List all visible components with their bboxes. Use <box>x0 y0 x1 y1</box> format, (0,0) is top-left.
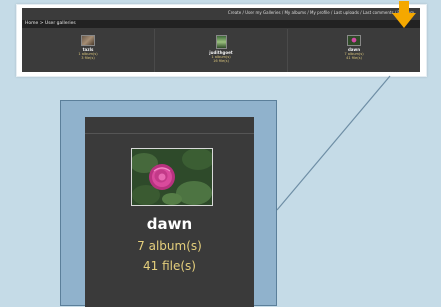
gallery-cell-dawn[interactable]: dawn 7 album(s) 41 file(s) <box>288 29 420 72</box>
gallery-album-count: 7 album(s) <box>137 239 202 253</box>
gallery-thumbnail[interactable] <box>131 148 213 206</box>
gallery-cell-judithgoet[interactable]: judithgoet 1 album(s) 16 file(s) <box>155 29 288 72</box>
top-nav-links[interactable]: Create / User my Galleries / My albums /… <box>228 8 414 18</box>
gallery-file-count: 16 file(s) <box>213 59 229 63</box>
user-galleries-panel: Create / User my Galleries / My albums /… <box>22 8 420 72</box>
gallery-screenshot: Create / User my Galleries / My albums /… <box>16 4 427 77</box>
gallery-thumbnail[interactable] <box>81 35 95 46</box>
gallery-file-count: 41 file(s) <box>346 56 362 60</box>
breadcrumb[interactable]: Home > User galleries <box>22 20 420 28</box>
divider <box>85 133 254 134</box>
rose-photo <box>132 149 212 205</box>
gallery-grid: tazls 1 album(s) 3 file(s) judithgoet 1 … <box>22 29 420 72</box>
gallery-cell-tazls[interactable]: tazls 1 album(s) 3 file(s) <box>22 29 155 72</box>
gallery-file-count: 3 file(s) <box>81 56 95 60</box>
zoomed-gallery-cell[interactable]: dawn 7 album(s) 41 file(s) <box>85 117 254 307</box>
gallery-owner-name[interactable]: dawn <box>85 214 254 234</box>
gallery-thumbnail[interactable] <box>347 35 361 46</box>
down-arrow-icon <box>392 1 416 28</box>
gallery-thumbnail[interactable] <box>215 35 227 49</box>
zoom-callout: dawn 7 album(s) 41 file(s) <box>60 100 277 307</box>
gallery-file-count: 41 file(s) <box>143 259 196 273</box>
